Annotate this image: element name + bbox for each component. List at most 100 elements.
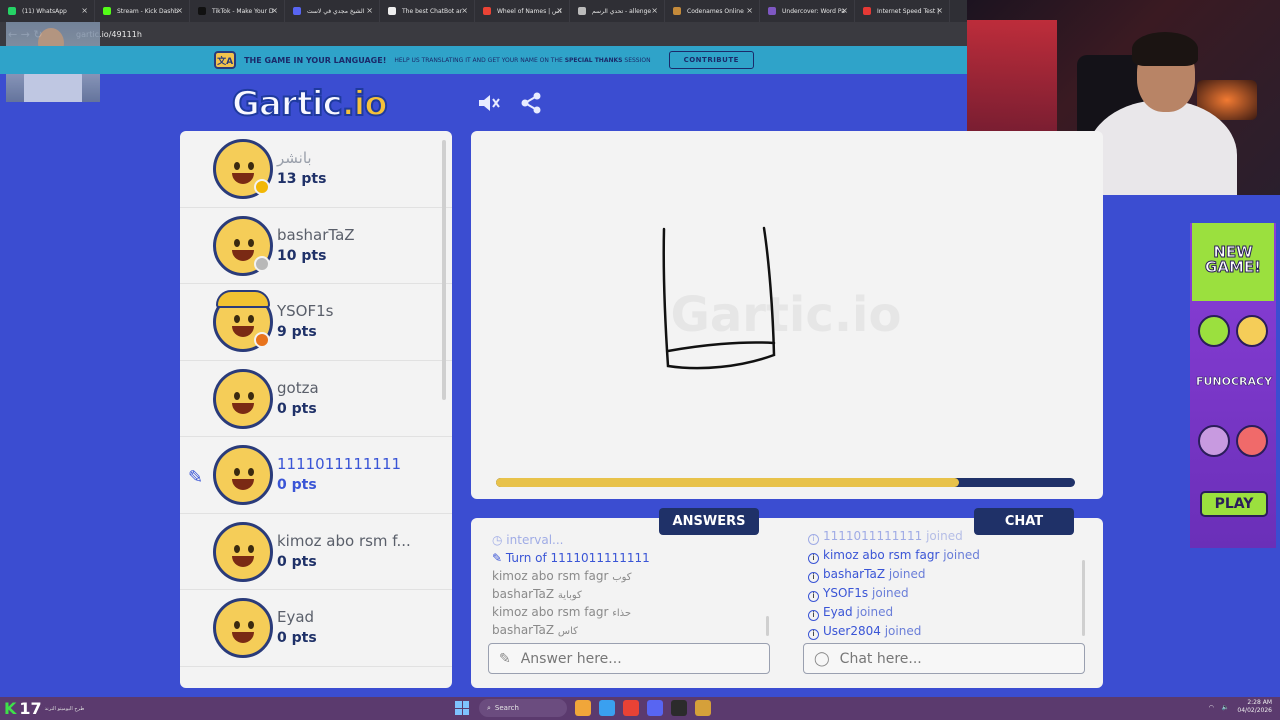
system-message-text: interval... — [506, 533, 564, 547]
chat-scrollbar[interactable] — [1082, 560, 1085, 636]
player-list-scrollbar[interactable] — [442, 140, 446, 400]
guess-message: basharTaZ كوباية — [492, 585, 762, 603]
close-tab-icon[interactable]: × — [746, 6, 753, 15]
player-row[interactable]: basharTaZ 10 pts — [180, 208, 452, 284]
taskbar-search[interactable]: ⌕ Search — [479, 699, 567, 717]
close-tab-icon[interactable]: × — [651, 6, 658, 15]
player-points: 0 pts — [277, 400, 317, 417]
player-row[interactable]: بانشر 13 pts — [180, 131, 452, 208]
avatar-eye — [248, 162, 254, 170]
browser-tab[interactable]: Undercover: Word Pa × — [760, 0, 855, 22]
player-row[interactable]: Eyad 0 pts — [180, 590, 452, 667]
tab-favicon-icon — [673, 7, 681, 15]
join-message: i YSOF1s joined — [808, 584, 1078, 603]
ad-brand: FUNOCRACY — [1195, 375, 1273, 389]
close-tab-icon[interactable]: × — [366, 6, 373, 15]
browser-tab[interactable]: TikTok - Make Your D × — [190, 0, 285, 22]
gartic-logo[interactable]: Gartic.io — [231, 83, 389, 125]
browser-tab[interactable]: The best ChatBot ar × — [380, 0, 475, 22]
canvas-watermark: Gartic.io — [671, 287, 902, 343]
system-tray[interactable]: ◠ 🔈 2:28 AM 04/02/2026 — [1209, 699, 1272, 715]
avatar-mouth — [232, 632, 254, 643]
player-row[interactable]: kimoz abo rsm f... 0 pts — [180, 514, 452, 590]
avatar-eye — [248, 621, 254, 629]
close-tab-icon[interactable]: × — [271, 6, 278, 15]
ad-headline: NEW GAME! — [1192, 223, 1274, 301]
pencil-icon: ✎ — [492, 551, 506, 565]
avatar — [213, 368, 273, 429]
turn-message: ✎ Turn of 1111011111111 — [492, 549, 762, 567]
avatar-eye — [234, 238, 240, 247]
browser-tab[interactable]: Internet Speed Test | × — [855, 0, 950, 22]
taskbar-apps: ⌕ Search — [455, 699, 711, 717]
player-row[interactable]: YSOF1s 9 pts — [180, 284, 452, 361]
player-points: 0 pts — [277, 553, 317, 570]
joined-label: joined — [884, 624, 922, 638]
smiley-face-icon — [1236, 315, 1268, 347]
banner-text: HELP US TRANSLATING IT AND GET YOUR NAME… — [394, 56, 651, 64]
taskbar-clock[interactable]: 2:28 AM 04/02/2026 — [1237, 699, 1272, 715]
banner-title: THE GAME IN YOUR LANGUAGE! — [244, 55, 387, 65]
player-row[interactable]: ✎ 1111011111111 0 pts — [180, 437, 452, 514]
chat-input[interactable] — [839, 650, 1040, 667]
volume-icon[interactable]: 🔈 — [1222, 704, 1229, 711]
info-icon: i — [808, 591, 819, 602]
edge-icon[interactable] — [599, 700, 615, 716]
grumpy-face-icon — [1198, 425, 1230, 457]
ad-play-button[interactable]: PLAY — [1200, 491, 1268, 517]
tab-label: (11) WhatsApp — [22, 7, 67, 15]
windows-taskbar: K 17 طرح اليوميتو الترند ⌕ Search ◠ 🔈 2:2… — [0, 697, 1280, 720]
close-tab-icon[interactable]: × — [936, 6, 943, 15]
discord-icon[interactable] — [647, 700, 663, 716]
answer-input[interactable] — [520, 650, 721, 667]
close-tab-icon[interactable]: × — [176, 6, 183, 15]
player-name: 1111011111111 — [277, 455, 402, 473]
streamer-hair — [1132, 32, 1198, 66]
avatar-eye — [248, 315, 254, 323]
avatar-eye — [234, 315, 240, 323]
drawing-canvas[interactable]: Gartic.io — [471, 131, 1103, 499]
avatar-mouth — [232, 402, 254, 414]
search-icon: ⌕ — [487, 703, 491, 712]
tab-favicon-icon — [198, 7, 206, 15]
kick-widget[interactable]: K 17 طرح اليوميتو الترند — [4, 697, 84, 720]
windows-start-icon[interactable] — [455, 701, 469, 715]
chat-input-box[interactable]: ◯ — [803, 643, 1085, 674]
speaker-mute-icon[interactable] — [476, 92, 502, 114]
player-points: 0 pts — [277, 630, 317, 646]
browser-tab[interactable]: تحدي الرسم - allenge × — [570, 0, 665, 22]
joined-user-name: YSOF1s — [823, 586, 869, 600]
close-tab-icon[interactable]: × — [841, 6, 848, 15]
chrome-icon[interactable] — [623, 700, 639, 716]
file-explorer-icon[interactable] — [575, 700, 591, 716]
close-tab-icon[interactable]: × — [461, 6, 468, 15]
address-bar[interactable]: ← → ↻ gartic.io/49111h — [0, 22, 968, 46]
player-row[interactable]: gotza 0 pts — [180, 361, 452, 437]
tab-favicon-icon — [483, 7, 491, 15]
answer-input-box[interactable]: ✎ — [488, 643, 770, 674]
browser-tab[interactable]: Wheel of Names | اس × — [475, 0, 570, 22]
answers-scrollbar[interactable] — [766, 616, 769, 636]
share-icon[interactable] — [518, 92, 544, 114]
avatar-eye — [248, 468, 254, 476]
joined-user-name: Eyad — [823, 605, 853, 619]
wifi-icon[interactable]: ◠ — [1209, 704, 1214, 711]
player-name: kimoz abo rsm f... — [277, 531, 411, 550]
close-tab-icon[interactable]: × — [556, 6, 563, 15]
player-name: YSOF1s — [277, 302, 334, 320]
avatar-eye — [234, 468, 240, 476]
browser-tab[interactable]: الشيخ مجدي في لاست × — [285, 0, 380, 22]
close-tab-icon[interactable]: × — [81, 6, 88, 15]
tab-favicon-icon — [8, 7, 16, 15]
tab-label: Wheel of Names | اس — [497, 7, 562, 15]
ad-banner[interactable]: NEW GAME! FUNOCRACY PLAY — [1190, 223, 1276, 548]
browser-tab[interactable]: Stream - Kick Dashb × — [95, 0, 190, 22]
folder-icon[interactable] — [695, 700, 711, 716]
guesser-name: basharTaZ — [492, 623, 555, 637]
contribute-button[interactable]: CONTRIBUTE — [668, 51, 754, 69]
browser-tab[interactable]: (11) WhatsApp × — [0, 0, 95, 22]
tab-favicon-icon — [293, 7, 301, 15]
avatar-mouth — [232, 249, 254, 261]
obs-icon[interactable] — [671, 700, 687, 716]
browser-tab[interactable]: Codenames Online × — [665, 0, 760, 22]
